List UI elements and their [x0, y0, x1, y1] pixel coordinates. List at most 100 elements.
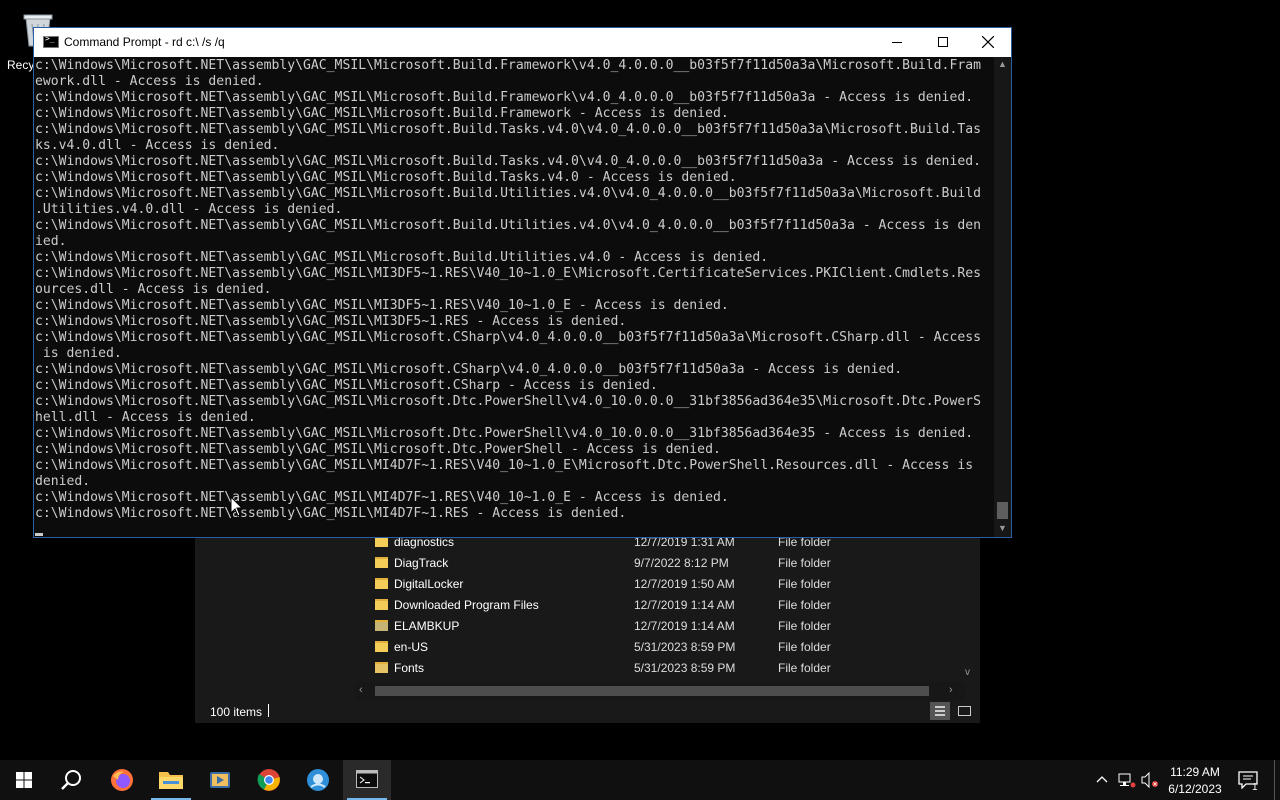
details-view-icon-line	[935, 710, 945, 712]
file-name: Downloaded Program Files	[394, 598, 539, 612]
media-player-button[interactable]	[196, 760, 244, 800]
console-line: c:\Windows\Microsoft.NET\assembly\GAC_MS…	[35, 490, 729, 505]
file-date-modified: 12/7/2019 1:50 AM	[634, 577, 735, 591]
system-clock[interactable]: 11:29 AM 6/12/2023	[1160, 764, 1230, 798]
command-prompt-icon	[43, 34, 59, 48]
file-date-modified: 12/7/2019 1:14 AM	[634, 598, 735, 612]
console-line: c:\Windows\Microsoft.NET\assembly\GAC_MS…	[35, 298, 729, 313]
terminal-icon	[356, 770, 378, 788]
console-line: c:\Windows\Microsoft.NET\assembly\GAC_MS…	[35, 58, 981, 73]
status-bar: 100 items	[195, 700, 980, 723]
taskbar: 11:29 AM 6/12/2023 1	[0, 760, 1280, 800]
console-line: .Utilities.v4.0.dll - Access is denied.	[35, 202, 343, 217]
minimize-button[interactable]	[874, 28, 920, 57]
console-line: c:\Windows\Microsoft.NET\assembly\GAC_MS…	[35, 442, 721, 457]
scroll-left-icon[interactable]: ‹	[359, 684, 363, 696]
console-line: c:\Windows\Microsoft.NET\assembly\GAC_MS…	[35, 458, 974, 473]
file-row[interactable]: DiagTrack 9/7/2022 8:12 PM File folder	[355, 553, 965, 574]
console-line: c:\Windows\Microsoft.NET\assembly\GAC_MS…	[35, 154, 981, 169]
scroll-up-icon[interactable]: ▲	[998, 59, 1007, 69]
system-folder-icon	[375, 620, 388, 631]
search-button[interactable]	[48, 760, 96, 800]
vertical-scrollbar[interactable]: ▲ ▼	[994, 57, 1011, 537]
console-line: c:\Windows\Microsoft.NET\assembly\GAC_MS…	[35, 378, 658, 393]
command-prompt-window[interactable]: Command Prompt - rd c:\ /s /q c:\Windows…	[33, 27, 1012, 538]
scroll-right-icon[interactable]: ›	[949, 684, 953, 696]
file-date-modified: 9/7/2022 8:12 PM	[634, 556, 729, 570]
firefox-button[interactable]	[98, 760, 146, 800]
console-line: c:\Windows\Microsoft.NET\assembly\GAC_MS…	[35, 266, 981, 281]
media-icon	[210, 772, 230, 788]
details-view-icon	[935, 706, 945, 708]
console-line: c:\Windows\Microsoft.NET\assembly\GAC_MS…	[35, 330, 981, 345]
vertical-scroll-thumb[interactable]	[997, 502, 1008, 519]
file-row[interactable]: DigitalLocker 12/7/2019 1:50 AM File folde…	[355, 574, 965, 595]
horizontal-scrollbar[interactable]: ‹ ›	[355, 682, 965, 700]
large-icons-view-button[interactable]	[955, 702, 975, 720]
file-date-modified: 5/31/2023 8:59 PM	[634, 640, 736, 654]
start-button[interactable]	[0, 760, 48, 800]
file-row[interactable]: Fonts 5/31/2023 8:59 PM File folder	[355, 658, 965, 679]
show-desktop-button[interactable]	[1274, 760, 1280, 800]
folder-icon	[159, 772, 183, 789]
file-explorer-button[interactable]	[147, 760, 195, 800]
console-line: c:\Windows\Microsoft.NET\assembly\GAC_MS…	[35, 106, 729, 121]
large-icons-view-icon	[958, 706, 971, 716]
details-view-icon-line	[935, 714, 945, 716]
file-name: en-US	[394, 640, 429, 654]
file-type: File folder	[778, 661, 831, 675]
text-cursor	[35, 533, 43, 536]
item-count: 100 items	[210, 705, 263, 719]
console-line: denied.	[35, 474, 91, 489]
notification-count-badge: 1	[1252, 782, 1258, 793]
search-icon	[61, 770, 81, 790]
scroll-down-icon[interactable]: ▼	[998, 523, 1007, 533]
file-date-modified: 12/7/2019 1:14 AM	[634, 619, 735, 633]
file-row[interactable]: en-US 5/31/2023 8:59 PM File folder	[355, 637, 965, 658]
mouse-pointer-icon	[230, 496, 244, 517]
console-line: c:\Windows\Microsoft.NET\assembly\GAC_MS…	[35, 170, 737, 185]
file-row[interactable]: ELAMBKUP 12/7/2019 1:14 AM File folder	[355, 616, 965, 637]
chrome-button[interactable]	[245, 760, 293, 800]
status-divider	[268, 704, 269, 717]
file-name: Fonts	[394, 661, 425, 675]
console-line: c:\Windows\Microsoft.NET\assembly\GAC_MS…	[35, 394, 981, 409]
horizontal-scroll-thumb[interactable]	[375, 686, 929, 696]
console-line: ks.v4.0.dll - Access is denied.	[35, 138, 280, 153]
scroll-down-icon[interactable]: v	[965, 667, 970, 678]
firefox-icon	[111, 769, 133, 791]
console-line: c:\Windows\Microsoft.NET\assembly\GAC_MS…	[35, 122, 981, 137]
console-line: c:\Windows\Microsoft.NET\assembly\GAC_MS…	[35, 362, 903, 377]
maximize-button[interactable]	[920, 28, 966, 57]
app-icon	[307, 769, 329, 791]
file-name: ELAMBKUP	[394, 619, 460, 633]
folder-icon	[375, 599, 388, 610]
file-name: DigitalLocker	[394, 577, 464, 591]
details-view-button[interactable]	[930, 702, 950, 720]
console-line: c:\Windows\Microsoft.NET\assembly\GAC_MS…	[35, 218, 981, 233]
app-button[interactable]	[294, 760, 342, 800]
console-line: c:\Windows\Microsoft.NET\assembly\GAC_MS…	[35, 186, 981, 201]
folder-icon	[375, 557, 388, 568]
console-line: is denied.	[35, 346, 122, 361]
console-line: c:\Windows\Microsoft.NET\assembly\GAC_MS…	[35, 250, 769, 265]
command-prompt-button[interactable]	[343, 760, 391, 800]
console-line: c:\Windows\Microsoft.NET\assembly\GAC_MS…	[35, 314, 627, 329]
file-type: File folder	[778, 577, 831, 591]
chrome-icon	[257, 769, 280, 791]
console-line: ied.	[35, 234, 67, 249]
console-line: c:\Windows\Microsoft.NET\assembly\GAC_MS…	[35, 426, 974, 441]
console-line: ework.dll - Access is denied.	[35, 74, 264, 89]
windows-logo-icon	[16, 772, 32, 788]
network-icon[interactable]	[1118, 772, 1136, 788]
file-row[interactable]: Downloaded Program Files 12/7/2019 1:14 A…	[355, 595, 965, 616]
chevron-up-icon[interactable]	[1096, 774, 1108, 784]
title-bar[interactable]: Command Prompt - rd c:\ /s /q	[34, 28, 1011, 57]
file-type: File folder	[778, 598, 831, 612]
close-button[interactable]	[965, 28, 1011, 57]
console-line: ources.dll - Access is denied.	[35, 282, 272, 297]
clock-time: 11:29 AM	[1170, 765, 1220, 779]
console-output[interactable]: c:\Windows\Microsoft.NET\assembly\GAC_MS…	[35, 58, 995, 528]
file-type: File folder	[778, 556, 831, 570]
volume-muted-icon[interactable]	[1141, 772, 1159, 788]
